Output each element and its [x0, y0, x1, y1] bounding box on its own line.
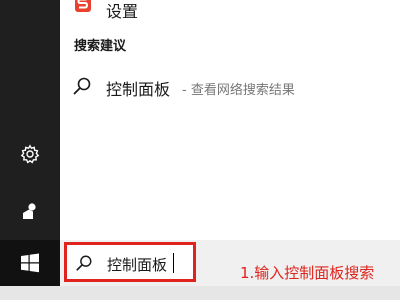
step-annotation: 1.输入控制面板搜索: [240, 264, 375, 282]
search-results-panel: 设置 搜索建议 控制面板 - 查看网络搜索结果: [60, 0, 400, 240]
suggestion-sub-text: - 查看网络搜索结果: [182, 83, 295, 98]
settings-app-icon: [74, 0, 92, 14]
settings-button[interactable]: [0, 132, 60, 176]
search-icon: [76, 255, 92, 271]
text-caret: [173, 253, 174, 273]
user-icon: [23, 203, 36, 219]
user-button[interactable]: [0, 189, 60, 233]
settings-result-row[interactable]: 设置: [60, 0, 400, 22]
search-input-value: 控制面板: [107, 256, 168, 274]
gear-icon: [20, 144, 40, 164]
start-rail: [0, 0, 60, 300]
suggestion-item[interactable]: 控制面板 - 查看网络搜索结果: [60, 70, 400, 102]
windows-start-icon: [21, 253, 39, 273]
search-icon: [73, 77, 91, 95]
taskbar-strip: [0, 286, 400, 300]
settings-result-label: 设置: [106, 2, 139, 21]
suggestions-heading: 搜索建议: [74, 39, 127, 54]
suggestion-main-text: 控制面板: [106, 80, 171, 99]
start-search-window: 设置 搜索建议 控制面板 - 查看网络搜索结果 控制面板 1.输入控制面板搜索: [0, 0, 400, 300]
search-input[interactable]: 控制面板: [64, 242, 196, 282]
start-button[interactable]: [0, 240, 60, 286]
